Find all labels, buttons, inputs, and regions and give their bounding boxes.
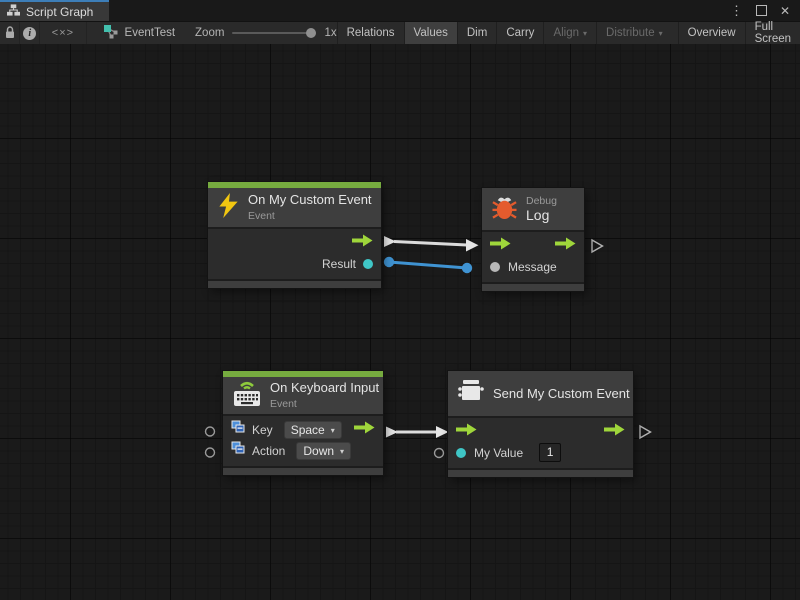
script-graph-icon	[7, 4, 20, 19]
tab-bar: Script Graph ⋮ ✕	[0, 0, 800, 21]
control-output-port[interactable]	[352, 234, 373, 252]
node-subtitle: Event	[270, 398, 379, 410]
unconnected-control-outlet-send-event[interactable]	[640, 426, 651, 438]
window-controls: ⋮ ✕	[730, 0, 800, 21]
unconnected-value-inlet-key[interactable]	[206, 427, 215, 436]
graph-name-label: EventTest	[125, 27, 176, 39]
node-on-my-custom-event[interactable]: On My Custom Event Event Result	[208, 182, 381, 288]
node-body: Key Space ▾	[223, 414, 383, 466]
toolbar-button-overview[interactable]: Overview	[678, 22, 745, 44]
node-footer	[448, 468, 633, 477]
unconnected-value-inlet-my-value[interactable]	[435, 449, 444, 458]
window-menu-button[interactable]: ⋮	[730, 4, 743, 17]
tab-script-graph[interactable]: Script Graph	[0, 0, 109, 21]
control-input-port[interactable]	[456, 423, 477, 441]
dropdown-arrow-icon: ▾	[340, 447, 344, 456]
node-body: Result	[208, 227, 381, 279]
node-title: Send My Custom Event	[493, 386, 630, 401]
key-port-label: Key	[252, 423, 273, 437]
enum-type-icon	[231, 441, 245, 460]
tab-title: Script Graph	[26, 5, 93, 19]
dropdown-arrow-icon: ▾	[659, 29, 663, 38]
key-dropdown[interactable]: Space ▾	[284, 421, 342, 439]
node-body: My Value 1	[448, 416, 633, 468]
toolbar-button-distribute[interactable]: Distribute ▾	[596, 22, 672, 44]
node-footer	[208, 279, 381, 288]
node-title: On Keyboard Input	[270, 381, 379, 396]
node-title: Log	[526, 207, 557, 223]
control-output-port[interactable]	[604, 423, 625, 441]
zoom-label: Zoom	[195, 27, 224, 39]
dropdown-arrow-icon: ▾	[583, 29, 587, 38]
my-value-port[interactable]	[456, 448, 466, 458]
node-header[interactable]: On My Custom Event Event	[208, 188, 381, 227]
node-header[interactable]: Send My Custom Event	[448, 371, 633, 416]
info-icon: i	[23, 27, 36, 40]
node-subtitle: Event	[248, 210, 372, 222]
node-footer	[482, 282, 584, 291]
graph-breadcrumb[interactable]: EventTest	[104, 22, 176, 44]
enum-type-icon	[231, 420, 245, 439]
control-output-port[interactable]	[354, 421, 375, 439]
inspect-button[interactable]: i	[20, 22, 40, 44]
dropdown-arrow-icon: ▾	[331, 426, 335, 435]
toolbar-button-carry[interactable]: Carry	[496, 22, 543, 44]
toolbar-button-values[interactable]: Values	[404, 22, 457, 44]
node-body: Message	[482, 230, 584, 282]
custom-event-icon	[458, 379, 484, 408]
result-value-port[interactable]	[363, 259, 373, 269]
node-debug-log[interactable]: Debug Log	[482, 188, 584, 291]
node-footer	[223, 466, 383, 475]
unconnected-value-inlet-action[interactable]	[206, 448, 215, 457]
unconnected-control-outlet-debug-log[interactable]	[592, 240, 603, 252]
toolbar-button-fullscreen[interactable]: Full Screen	[745, 22, 800, 44]
edit-code-button[interactable]: <×>	[40, 22, 86, 44]
message-value-port[interactable]	[490, 262, 500, 272]
result-port-label: Result	[322, 257, 356, 271]
toolbar-button-relations[interactable]: Relations	[337, 22, 404, 44]
graph-toolbar: i <×> EventTest Zoom 1x	[0, 21, 800, 45]
lock-button[interactable]	[0, 22, 20, 44]
node-header[interactable]: Debug Log	[482, 188, 584, 230]
node-header[interactable]: On Keyboard Input Event	[223, 377, 383, 414]
graph-canvas[interactable]: On My Custom Event Event Result	[0, 44, 800, 600]
toolbar-button-dim[interactable]: Dim	[457, 22, 496, 44]
node-kicker: Debug	[526, 195, 557, 207]
node-on-keyboard-input[interactable]: On Keyboard Input Event Key Spac	[223, 371, 383, 475]
my-value-port-label: My Value	[474, 446, 523, 460]
action-port-label: Action	[252, 444, 285, 458]
lightning-bolt-icon	[218, 193, 239, 223]
action-dropdown[interactable]: Down ▾	[296, 442, 351, 460]
maximize-button[interactable]	[756, 5, 767, 16]
control-input-port[interactable]	[490, 237, 511, 255]
unity-script-graph-window: Script Graph ⋮ ✕ i <×>	[0, 0, 800, 600]
message-port-label: Message	[508, 260, 557, 274]
control-wire-event-to-log[interactable]	[384, 236, 479, 252]
close-button[interactable]: ✕	[780, 5, 790, 17]
code-icon: <×>	[52, 27, 74, 39]
toolbar-button-align[interactable]: Align ▾	[543, 22, 596, 44]
graph-asset-icon	[104, 25, 119, 42]
node-title: On My Custom Event	[248, 193, 372, 208]
control-output-port[interactable]	[555, 237, 576, 255]
keyboard-icon	[233, 379, 261, 412]
zoom-control: Zoom 1x	[195, 22, 337, 44]
zoom-slider[interactable]	[232, 32, 316, 34]
node-send-my-custom-event[interactable]: Send My Custom Event	[448, 371, 633, 477]
zoom-value: 1x	[324, 27, 336, 39]
my-value-input[interactable]: 1	[539, 443, 561, 462]
lock-icon	[4, 25, 16, 42]
value-wire-result-to-message[interactable]	[384, 257, 472, 273]
zoom-slider-handle[interactable]	[306, 28, 316, 38]
bug-icon	[492, 194, 517, 225]
control-wire-keyboard-to-send[interactable]	[386, 426, 449, 438]
toolbar-buttons: Relations Values Dim Carry Align ▾ Distr…	[337, 22, 800, 44]
wires-layer	[0, 44, 800, 600]
